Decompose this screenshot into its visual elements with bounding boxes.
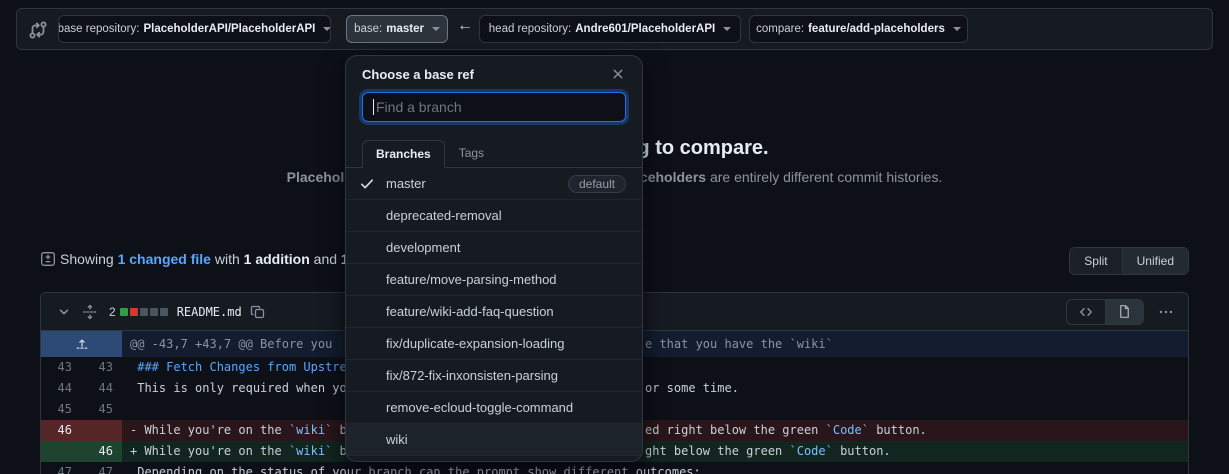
rendered-view-button[interactable]	[1105, 300, 1143, 324]
head-repository-label: head repository:	[489, 23, 571, 35]
new-line-number[interactable]: 47	[81, 462, 122, 474]
dropdown-header: Choose a base ref	[346, 56, 642, 87]
base-repository-label: base repository:	[58, 23, 139, 35]
caret-down-icon	[432, 27, 440, 31]
branch-name: deprecated-removal	[386, 208, 502, 223]
changed-files-link[interactable]: 1 changed file	[118, 251, 211, 267]
old-line-number[interactable]: 47	[41, 462, 81, 474]
tab-tags[interactable]: Tags	[445, 140, 498, 167]
diff-line-context: 4747 Depending on the status of your bra…	[41, 462, 1188, 474]
caret-down-icon	[723, 27, 731, 31]
branch-name: fix/872-fix-inxonsisten-parsing	[386, 368, 558, 383]
branch-name: wiki	[386, 432, 408, 447]
compare-range-bar: base repository: PlaceholderAPI/Placehold…	[16, 8, 1213, 50]
unified-view-button[interactable]: Unified	[1123, 248, 1188, 274]
diffstat-deletion-square	[130, 308, 138, 316]
branch-item[interactable]: feature/wiki-add-faq-question	[346, 296, 642, 328]
compare-ref-label: compare:	[756, 23, 804, 35]
head-repository-button[interactable]: head repository: Andre601/PlaceholderAPI	[479, 15, 741, 43]
ref-selector-dropdown: Choose a base ref Find a branch Branches…	[345, 55, 643, 462]
new-line-number[interactable]: 43	[81, 357, 122, 378]
base-ref-value: master	[386, 23, 424, 35]
old-line-number[interactable]: 46	[41, 420, 81, 441]
dropdown-title: Choose a base ref	[362, 67, 474, 82]
caret-down-icon	[323, 27, 331, 31]
old-line-number[interactable]	[41, 441, 81, 462]
branch-item[interactable]: fix/872-fix-inxonsisten-parsing	[346, 360, 642, 392]
file-name[interactable]: README.md	[177, 305, 242, 319]
branch-name: remove-ecloud-toggle-command	[386, 400, 573, 415]
old-line-number[interactable]: 45	[41, 399, 81, 420]
branch-item[interactable]: development	[346, 232, 642, 264]
diffstat-addition-square	[120, 308, 128, 316]
new-line-number[interactable]	[81, 420, 122, 441]
source-view-button[interactable]	[1067, 300, 1105, 324]
git-compare-icon	[28, 20, 48, 45]
split-view-button[interactable]: Split	[1070, 248, 1122, 274]
base-ref-label: base:	[354, 23, 382, 35]
default-branch-badge: default	[568, 175, 626, 193]
branch-name: development	[386, 240, 460, 255]
additions-count: 1 addition	[244, 251, 310, 267]
file-diff-icon	[40, 251, 56, 267]
branch-search-input[interactable]: Find a branch	[362, 92, 626, 122]
ref-tabs: Branches Tags	[346, 135, 642, 168]
new-line-number[interactable]: 44	[81, 378, 122, 399]
collapse-file-chevron-icon[interactable]	[51, 304, 77, 320]
close-icon[interactable]	[610, 66, 626, 82]
fold-up-icon	[75, 337, 89, 351]
new-line-number[interactable]: 45	[81, 399, 122, 420]
tab-branches[interactable]: Branches	[362, 140, 445, 168]
caret-down-icon	[953, 27, 961, 31]
unfold-icon[interactable]	[77, 304, 103, 320]
search-placeholder: Find a branch	[376, 99, 462, 115]
source-rendered-toggle	[1066, 299, 1144, 325]
new-line-number[interactable]: 46	[81, 441, 122, 462]
diffstat-neutral-square	[150, 308, 158, 316]
diff-view-toggle: Split Unified	[1069, 247, 1189, 275]
text-cursor	[373, 99, 374, 115]
code-line: This is only required when yoor some tim…	[122, 378, 1188, 399]
branch-name: master	[386, 176, 426, 191]
compare-page: base repository: PlaceholderAPI/Placehold…	[0, 0, 1229, 474]
branch-item[interactable]: fix/duplicate-expansion-loading	[346, 328, 642, 360]
copy-path-icon[interactable]	[250, 304, 266, 320]
compare-ref-value: feature/add-placeholders	[808, 23, 945, 35]
left-arrow-icon: ←	[455, 17, 475, 35]
expand-hunk-button[interactable]	[41, 331, 122, 357]
base-repository-value: PlaceholderAPI/PlaceholderAPI	[143, 23, 315, 35]
search-wrap: Find a branch	[346, 87, 642, 135]
head-repository-value: Andre601/PlaceholderAPI	[575, 23, 715, 35]
code-line: + While you're on the `wiki` brght below…	[122, 441, 1188, 462]
old-line-number[interactable]: 44	[41, 378, 81, 399]
kebab-menu-icon[interactable]	[1154, 304, 1178, 320]
diffstat-squares	[120, 308, 168, 316]
branch-name: fix/duplicate-expansion-loading	[386, 336, 565, 351]
branch-item-master[interactable]: master default	[346, 168, 642, 200]
branch-list: master default deprecated-removal develo…	[346, 168, 642, 456]
branch-item[interactable]: remove-ecloud-toggle-command	[346, 392, 642, 424]
diffstat-neutral-square	[160, 308, 168, 316]
code-line	[122, 399, 1188, 420]
base-repository-button[interactable]: base repository: PlaceholderAPI/Placehold…	[58, 15, 331, 43]
diffstat-neutral-square	[140, 308, 148, 316]
old-line-number[interactable]: 43	[41, 357, 81, 378]
compare-ref-button[interactable]: compare: feature/add-placeholders	[749, 15, 968, 43]
code-line: - While you're on the `wiki` bred right …	[122, 420, 1188, 441]
branch-name: feature/move-parsing-method	[386, 272, 557, 287]
branch-item[interactable]: deprecated-removal	[346, 200, 642, 232]
changes-count: 2	[109, 305, 116, 319]
code-line: ### Fetch Changes from Upstream	[122, 357, 1188, 378]
code-line: Depending on the status of your branch c…	[122, 462, 1188, 474]
branch-name: feature/wiki-add-faq-question	[386, 304, 554, 319]
branch-item[interactable]: wiki	[346, 424, 642, 456]
check-icon	[359, 176, 375, 195]
base-ref-button[interactable]: base: master	[346, 15, 448, 43]
hunk-header-text: @@ -43,7 +43,7 @@ Before youe that you h…	[122, 331, 1188, 357]
branch-item[interactable]: feature/move-parsing-method	[346, 264, 642, 296]
file-header-actions	[1066, 299, 1178, 325]
